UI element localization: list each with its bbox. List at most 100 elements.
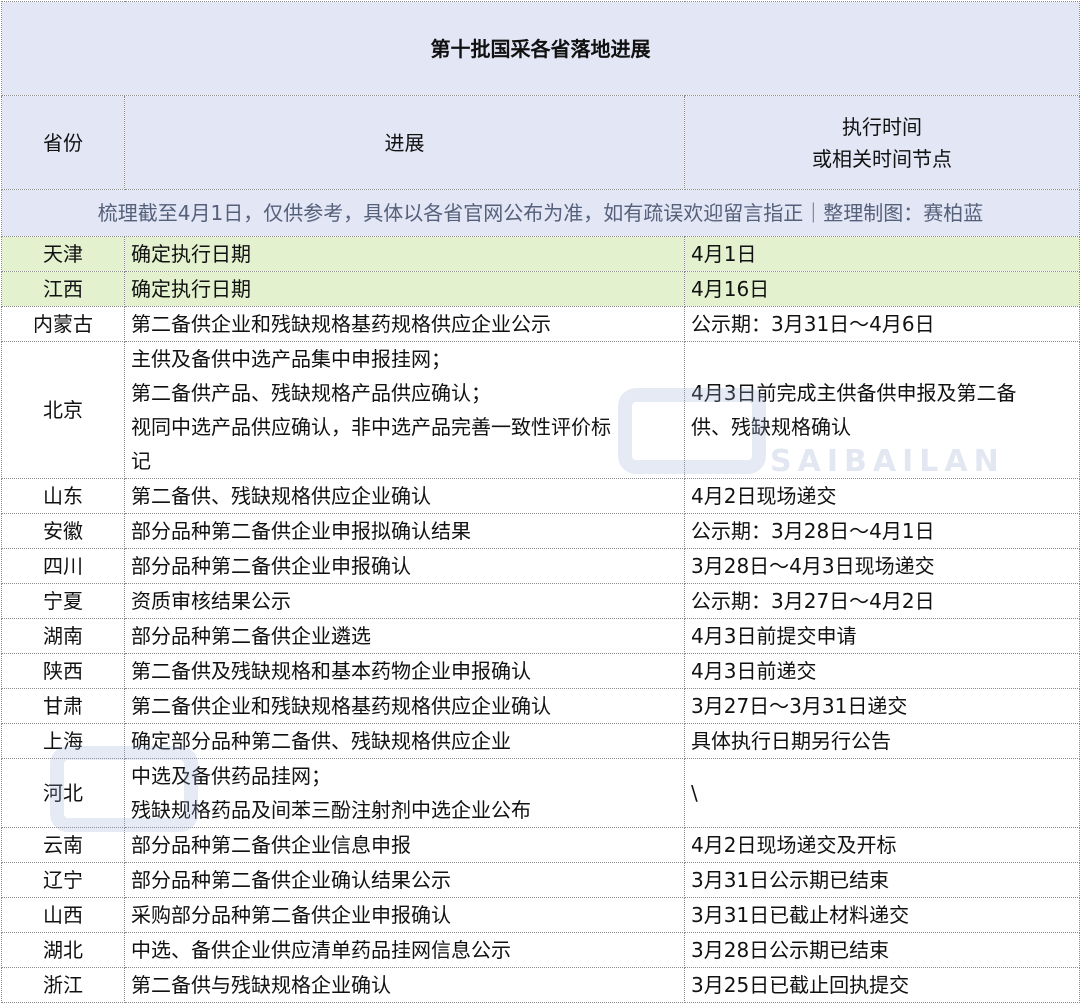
cell-province: 陕西 xyxy=(1,653,125,689)
cell-province: 江西 xyxy=(1,271,125,307)
cell-province: 湖南 xyxy=(1,618,125,654)
cell-progress: 部分品种第二备供企业确认结果公示 xyxy=(124,862,685,898)
cell-province: 甘肃 xyxy=(1,688,125,724)
cell-time: 公示期：3月28日～4月1日 xyxy=(683,513,1080,549)
source-note: 梳理截至4月1日，仅供参考，具体以各省官网公布为准，如有疏误欢迎留言指正｜整理制… xyxy=(0,189,1080,237)
progress-line: 残缺规格药品及间苯三酚注射剂中选企业公布 xyxy=(131,798,531,822)
progress-line: 资质审核结果公示 xyxy=(131,589,291,613)
progress-line: 第二备供与残缺规格企业确认 xyxy=(131,973,391,997)
progress-line: 部分品种第二备供企业确认结果公示 xyxy=(131,868,451,892)
cell-province: 山东 xyxy=(1,478,125,514)
cell-time: 公示期：3月31日～4月6日 xyxy=(683,306,1080,342)
header-province: 省份 xyxy=(1,95,125,190)
table-row: 山西 采购部分品种第二备供企业申报确认 3月31日已截止材料递交 xyxy=(1,897,1080,933)
cell-progress: 第二备供与残缺规格企业确认 xyxy=(124,967,685,1003)
progress-line: 中选及备供药品挂网； xyxy=(131,764,331,788)
time-line: 3月28日～4月3日现场递交 xyxy=(691,554,935,578)
progress-line: 第二备供、残缺规格供应企业确认 xyxy=(131,484,431,508)
time-line: 4月3日前提交申请 xyxy=(691,624,857,648)
cell-time: 4月2日现场递交及开标 xyxy=(683,827,1080,863)
cell-province: 浙江 xyxy=(1,967,125,1003)
cell-progress: 中选及备供药品挂网； 残缺规格药品及间苯三酚注射剂中选企业公布 xyxy=(124,758,685,828)
table-row: 湖南 部分品种第二备供企业遴选 4月3日前提交申请 xyxy=(1,618,1080,654)
cell-province: 北京 xyxy=(1,341,125,479)
cell-province: 四川 xyxy=(1,548,125,584)
cell-progress: 第二备供及残缺规格和基本药物企业申报确认 xyxy=(124,653,685,689)
cell-province: 山西 xyxy=(1,897,125,933)
time-line: 公示期：3月31日～4月6日 xyxy=(691,312,935,336)
table-title: 第十批国采各省落地进展 xyxy=(0,1,1080,96)
time-line: 3月31日已截止材料递交 xyxy=(691,903,910,927)
progress-line: 第二备供企业和残缺规格基药规格供应企业公示 xyxy=(131,312,551,336)
cell-time: 3月28日～4月3日现场递交 xyxy=(683,548,1080,584)
cell-progress: 采购部分品种第二备供企业申报确认 xyxy=(124,897,685,933)
cell-province: 湖北 xyxy=(1,932,125,968)
cell-progress: 部分品种第二备供企业遴选 xyxy=(124,618,685,654)
cell-progress: 中选、备供企业供应清单药品挂网信息公示 xyxy=(124,932,685,968)
cell-time: 4月3日前递交 xyxy=(683,653,1080,689)
time-line: 4月1日 xyxy=(691,242,757,266)
progress-line: 确定执行日期 xyxy=(131,277,251,301)
table-row: 天津 确定执行日期 4月1日 xyxy=(1,236,1080,272)
progress-table: 第十批国采各省落地进展 省份 进展 执行时间 或相关时间节点 梳理截至4月1日，… xyxy=(0,1,1080,1003)
cell-time: 4月16日 xyxy=(683,271,1080,307)
table-row: 山东 第二备供、残缺规格供应企业确认 4月2日现场递交 xyxy=(1,478,1080,514)
cell-progress: 主供及备供中选产品集中申报挂网； 第二备供产品、残缺规格产品供应确认； 视同中选产品… xyxy=(124,341,685,479)
cell-province: 天津 xyxy=(1,236,125,272)
time-line: 3月28日公示期已结束 xyxy=(691,938,890,962)
progress-line: 确定执行日期 xyxy=(131,242,251,266)
cell-progress: 第二备供企业和残缺规格基药规格供应企业确认 xyxy=(124,688,685,724)
header-progress: 进展 xyxy=(124,95,685,190)
table-row: 甘肃 第二备供企业和残缺规格基药规格供应企业确认 3月27日～3月31日递交 xyxy=(1,688,1080,724)
cell-progress: 确定部分品种第二备供、残缺规格供应企业 xyxy=(124,723,685,759)
time-line: 4月2日现场递交 xyxy=(691,484,837,508)
time-line: 公示期：3月28日～4月1日 xyxy=(691,519,935,543)
table-row: 安徽 部分品种第二备供企业申报拟确认结果 公示期：3月28日～4月1日 xyxy=(1,513,1080,549)
table-row: 江西 确定执行日期 4月16日 xyxy=(1,271,1080,307)
cell-province: 宁夏 xyxy=(1,583,125,619)
progress-line: 主供及备供中选产品集中申报挂网； xyxy=(131,347,451,371)
cell-progress: 资质审核结果公示 xyxy=(124,583,685,619)
table-row: 浙江 第二备供与残缺规格企业确认 3月25日已截止回执提交 xyxy=(1,967,1080,1003)
header-time-line2: 或相关时间节点 xyxy=(812,146,953,171)
table-row: 辽宁 部分品种第二备供企业确认结果公示 3月31日公示期已结束 xyxy=(1,862,1080,898)
progress-line: 采购部分品种第二备供企业申报确认 xyxy=(131,903,451,927)
time-line: 4月3日前递交 xyxy=(691,659,817,683)
progress-line: 记 xyxy=(131,449,151,473)
table-row: 陕西 第二备供及残缺规格和基本药物企业申报确认 4月3日前递交 xyxy=(1,653,1080,689)
progress-line: 第二备供产品、残缺规格产品供应确认； xyxy=(131,381,491,405)
cell-progress: 部分品种第二备供企业申报拟确认结果 xyxy=(124,513,685,549)
cell-time: 3月27日～3月31日递交 xyxy=(683,688,1080,724)
cell-progress: 部分品种第二备供企业信息申报 xyxy=(124,827,685,863)
cell-time: 3月25日已截止回执提交 xyxy=(683,967,1080,1003)
page: 第十批国采各省落地进展 省份 进展 执行时间 或相关时间节点 梳理截至4月1日，… xyxy=(0,0,1080,1003)
time-line: 3月31日公示期已结束 xyxy=(691,868,890,892)
cell-time: 具体执行日期另行公告 xyxy=(683,723,1080,759)
cell-province: 云南 xyxy=(1,827,125,863)
time-line: 3月25日已截止回执提交 xyxy=(691,973,910,997)
cell-progress: 确定执行日期 xyxy=(124,236,685,272)
cell-time: 3月31日已截止材料递交 xyxy=(683,897,1080,933)
cell-progress: 第二备供、残缺规格供应企业确认 xyxy=(124,478,685,514)
progress-line: 视同中选产品供应确认，非中选产品完善一致性评价标 xyxy=(131,415,611,439)
cell-time: 4月1日 xyxy=(683,236,1080,272)
header-time-line1: 执行时间 xyxy=(842,114,923,139)
cell-province: 安徽 xyxy=(1,513,125,549)
progress-line: 部分品种第二备供企业遴选 xyxy=(131,624,371,648)
time-line: 3月27日～3月31日递交 xyxy=(691,694,908,718)
time-line: 4月2日现场递交及开标 xyxy=(691,833,897,857)
progress-line: 部分品种第二备供企业信息申报 xyxy=(131,833,411,857)
note-row: 梳理截至4月1日，仅供参考，具体以各省官网公布为准，如有疏误欢迎留言指正｜整理制… xyxy=(0,189,1080,237)
cell-time: 4月3日前提交申请 xyxy=(683,618,1080,654)
progress-line: 第二备供及残缺规格和基本药物企业申报确认 xyxy=(131,659,531,683)
table-row: 宁夏 资质审核结果公示 公示期：3月27日～4月2日 xyxy=(1,583,1080,619)
progress-line: 部分品种第二备供企业申报确认 xyxy=(131,554,411,578)
progress-line: 确定部分品种第二备供、残缺规格供应企业 xyxy=(131,729,511,753)
cell-province: 辽宁 xyxy=(1,862,125,898)
cell-progress: 第二备供企业和残缺规格基药规格供应企业公示 xyxy=(124,306,685,342)
time-line: 公示期：3月27日～4月2日 xyxy=(691,589,935,613)
header-time: 执行时间 或相关时间节点 xyxy=(683,95,1080,190)
progress-line: 中选、备供企业供应清单药品挂网信息公示 xyxy=(131,938,511,962)
cell-province: 内蒙古 xyxy=(1,306,125,342)
time-line: \ xyxy=(691,781,698,805)
